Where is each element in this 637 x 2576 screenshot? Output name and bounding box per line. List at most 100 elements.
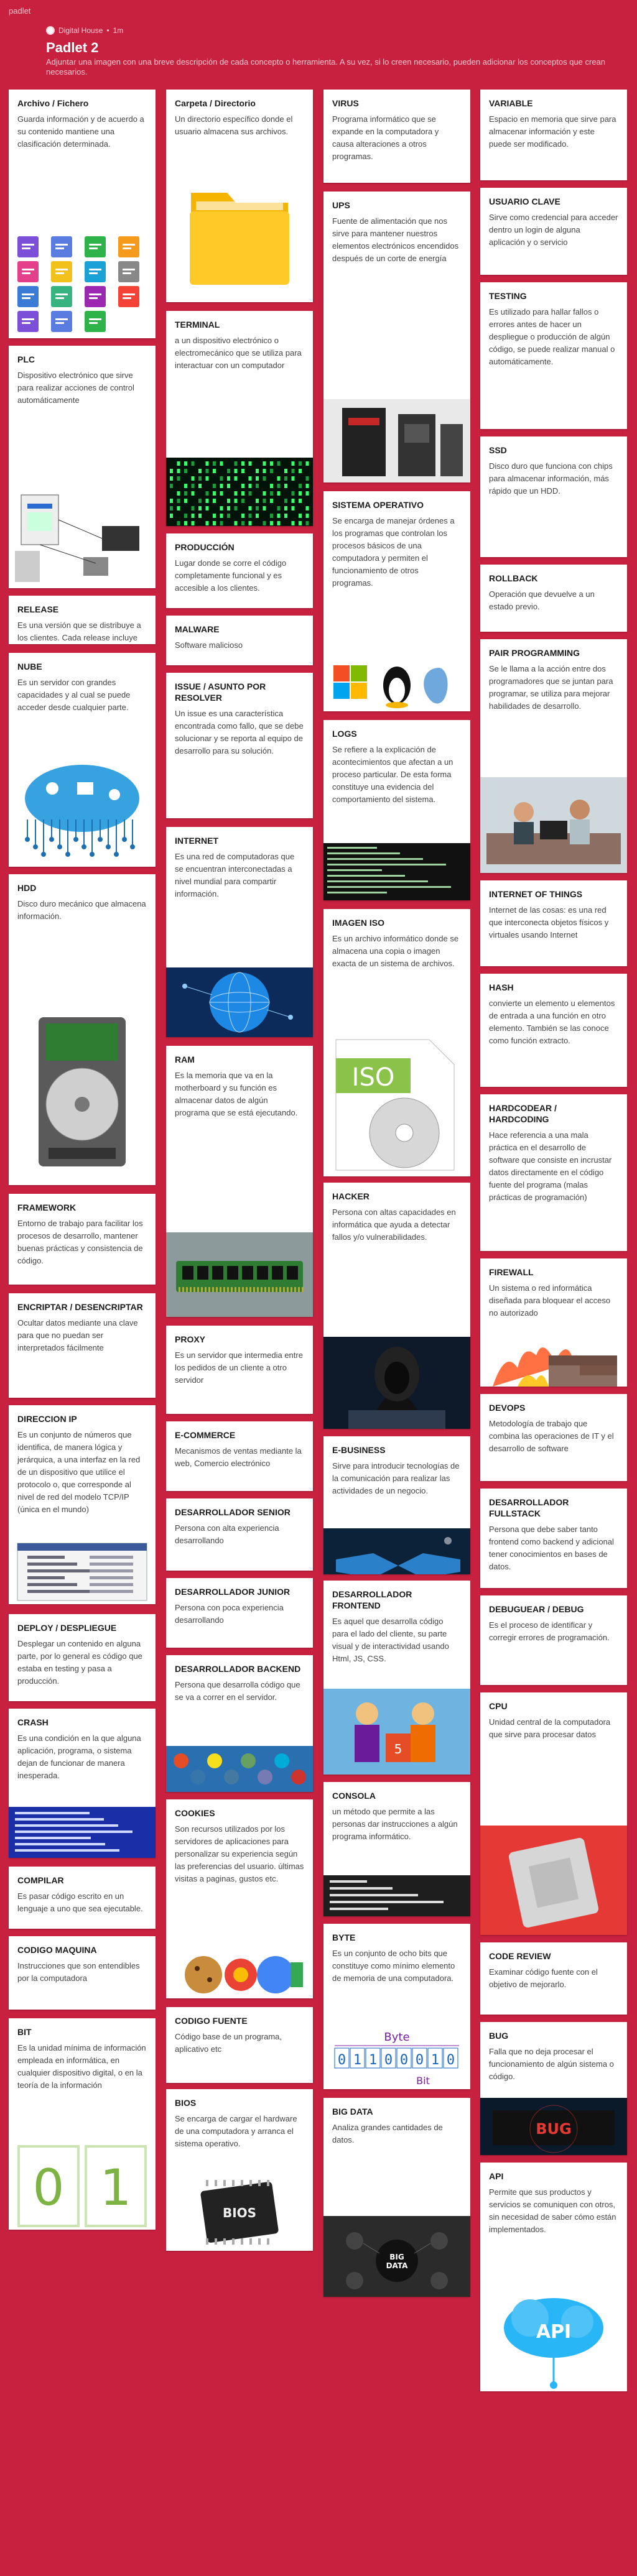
post-card-testing[interactable]: TESTING Es utilizado para hallar fallos o… [480, 282, 627, 429]
attachment-image-frontend[interactable]: 5 [323, 1689, 470, 1775]
post-card-archivo[interactable]: Archivo / Fichero Guarda información y de… [9, 90, 156, 338]
post-card-bios[interactable]: BIOS Se encarga de cargar el hardware de … [166, 2089, 313, 2251]
post-title: BIG DATA [332, 2107, 373, 2117]
post-card-variable[interactable]: VARIABLE Espacio en memoria que sirve par… [480, 90, 627, 180]
post-card-consola[interactable]: CONSOLA un método que permite a las perso… [323, 1782, 470, 1916]
post-card-bit[interactable]: BIT Es la unidad mínima de información em… [9, 2018, 156, 2230]
post-card-dbackend[interactable]: DESARROLLADOR BACKEND Persona que desarro… [166, 1655, 313, 1792]
attachment-image-matrix[interactable] [166, 458, 313, 526]
attachment-image-firewall[interactable] [480, 1337, 627, 1387]
post-title: CODIGO MAQUINA [17, 1945, 97, 1955]
post-card-ram[interactable]: RAM Es la memoria que va en la motherboar… [166, 1046, 313, 1317]
page-title: Padlet 2 [46, 40, 99, 55]
attachment-image-backend[interactable] [166, 1746, 313, 1792]
post-card-direccionip[interactable]: DIRECCION IP Es un conjunto de números qu… [9, 1405, 156, 1604]
post-card-so[interactable]: SISTEMA OPERATIVO Se encarga de manejar ó… [323, 491, 470, 711]
post-card-terminal[interactable]: TERMINAL a un dispositivo electrónico o e… [166, 311, 313, 526]
author-name[interactable]: Digital House [58, 26, 103, 35]
attachment-image-hdd[interactable] [9, 999, 156, 1185]
attachment-image-ram[interactable] [166, 1232, 313, 1317]
post-card-deploy[interactable]: DEPLOY / DESPLIEGUE Desplegar un contenid… [9, 1614, 156, 1701]
post-card-proxy[interactable]: PROXY Es un servidor que intermedia entre… [166, 1326, 313, 1414]
post-card-internet[interactable]: INTERNET Es una red de computadoras que s… [166, 827, 313, 1037]
attachment-image-cookie[interactable] [166, 1950, 313, 1998]
post-card-rollback[interactable]: ROLLBACK Operación que devuelve a un esta… [480, 565, 627, 632]
attachment-image-logs[interactable] [323, 843, 470, 900]
post-card-usuarioclave[interactable]: USUARIO CLAVE Sirve como credencial para … [480, 188, 627, 275]
attachment-image-hacker[interactable] [323, 1337, 470, 1429]
post-card-codereview[interactable]: CODE REVIEW Examinar código fuente con el… [480, 1942, 627, 2015]
attachment-image-handshake[interactable] [323, 1528, 470, 1574]
post-title: CODIGO FUENTE [175, 2016, 248, 2026]
post-card-hash[interactable]: HASH convierte un elemento u elementos de… [480, 974, 627, 1087]
post-body: Mecanismos de ventas mediante la web, Co… [175, 1446, 302, 1468]
post-card-ebusiness[interactable]: E-BUSINESS Sirve para introducir tecnolog… [323, 1436, 470, 1574]
post-card-bug[interactable]: BUG Falla que no deja procesar el funcion… [480, 2022, 627, 2155]
post-card-hacker[interactable]: HACKER Persona con altas capacidades en i… [323, 1183, 470, 1429]
post-card-logs[interactable]: LOGS Se refiere a la explicación de acont… [323, 720, 470, 900]
post-card-bigdata[interactable]: BIG DATA Analiza grandes cantidades de da… [323, 2098, 470, 2297]
attachment-image-pair[interactable] [480, 777, 627, 873]
post-card-iot[interactable]: INTERNET OF THINGS Internet de las cosas:… [480, 880, 627, 966]
post-card-hdd[interactable]: HDD Disco duro mecánico que almacena info… [9, 874, 156, 1185]
post-title: HACKER [332, 1191, 370, 1201]
post-body: Internet de las cosas: es una red que in… [489, 905, 609, 939]
post-card-nube[interactable]: NUBE Es un servidor con grandes capacidad… [9, 653, 156, 867]
attachment-image-cpu[interactable] [480, 1826, 627, 1935]
attachment-image-iso[interactable]: ISO [323, 1033, 470, 1176]
post-card-ecommerce[interactable]: E-COMMERCE Mecanismos de ventas mediante … [166, 1421, 313, 1491]
attachment-image-bigdata[interactable]: BIG DATA [323, 2216, 470, 2297]
post-card-pairprogramming[interactable]: PAIR PROGRAMMING Se le llama a la acción … [480, 639, 627, 873]
post-card-firewall[interactable]: FIREWALL Un sistema o red informática dis… [480, 1258, 627, 1387]
attachment-image-folder[interactable] [166, 168, 313, 302]
post-card-dsenior[interactable]: DESARROLLADOR SENIOR Persona con alta exp… [166, 1498, 313, 1571]
post-card-api[interactable]: API Permite que sus productos y servicios… [480, 2163, 627, 2391]
post-card-dfrontend[interactable]: DESARROLLADOR FRONTEND Es aquel que desar… [323, 1581, 470, 1775]
post-card-compilar[interactable]: COMPILAR Es pasar código escrito en un le… [9, 1867, 156, 1929]
post-card-codigofuente[interactable]: CODIGO FUENTE Código base de un programa,… [166, 2007, 313, 2083]
avatar[interactable] [46, 26, 55, 35]
post-card-hardcode[interactable]: HARDCODEAR / HARDCODING Hace referencia a… [480, 1094, 627, 1251]
attachment-image-files[interactable] [9, 233, 156, 338]
post-card-plc[interactable]: PLC Dispositivo electrónico que sirve par… [9, 346, 156, 588]
post-card-crash[interactable]: CRASH Es una condición en la que alguna a… [9, 1709, 156, 1858]
post-body: Metodología de trabajo que combina las o… [489, 1419, 614, 1453]
attachment-image-oslogos[interactable] [323, 653, 470, 711]
post-title: UPS [332, 200, 350, 210]
attachment-image-bug[interactable]: BUG [480, 2098, 627, 2155]
post-card-byte[interactable]: BYTE Es un conjunto de ocho bits que cons… [323, 1924, 470, 2089]
post-card-encriptar[interactable]: ENCRIPTAR / DESENCRIPTAR Ocultar datos me… [9, 1293, 156, 1398]
post-card-imageniso[interactable]: IMAGEN ISO Es un archivo informático dond… [323, 909, 470, 1176]
attachment-image-ups[interactable] [323, 399, 470, 482]
post-card-issue[interactable]: ISSUE / ASUNTO POR RESOLVER Un issue es u… [166, 673, 313, 818]
attachment-image-bits[interactable]: 01 [9, 2143, 156, 2230]
post-card-framework[interactable]: FRAMEWORK Entorno de trabajo para facilit… [9, 1194, 156, 1285]
post-card-cpu[interactable]: CPU Unidad central de la computadora que … [480, 1692, 627, 1935]
attachment-image-globe[interactable] [166, 967, 313, 1037]
post-card-codigomaquina[interactable]: CODIGO MAQUINA Instrucciones que son ente… [9, 1936, 156, 2010]
app-logo-text[interactable]: padlet [9, 6, 30, 16]
post-card-virus[interactable]: VIRUS Programa informático que se expande… [323, 90, 470, 183]
post-body: Es utilizado para hallar fallos o errore… [489, 307, 615, 366]
post-card-djunior[interactable]: DESARROLLADOR JUNIOR Persona con poca exp… [166, 1578, 313, 1648]
post-card-debugging[interactable]: DEBUGUEAR / DEBUG Es el proceso de identi… [480, 1595, 627, 1685]
post-card-ups[interactable]: UPS Fuente de alimentación que nos sirve … [323, 192, 470, 482]
post-card-release[interactable]: RELEASE Es una versión que se distribuye … [9, 596, 156, 644]
attachment-image-api[interactable]: API [480, 2278, 627, 2391]
attachment-image-cloud[interactable] [9, 745, 156, 867]
attachment-image-chip[interactable]: BIOS [166, 2174, 313, 2251]
attachment-image-bsod[interactable] [9, 1807, 156, 1858]
attachment-image-plc[interactable] [9, 482, 156, 588]
post-card-dfullstack[interactable]: DESARROLLADOR FULLSTACK Persona que debe … [480, 1489, 627, 1588]
attachment-image-byte[interactable]: Byte 0 1 1 0 0 0 1 0 Bit [323, 2024, 470, 2089]
attachment-image-ipconfig[interactable] [9, 1540, 156, 1604]
post-card-ssd[interactable]: SSD Disco duro que funciona con chips par… [480, 436, 627, 557]
post-card-carpeta[interactable]: Carpeta / Directorio Un directorio especí… [166, 90, 313, 302]
post-title: CPU [489, 1701, 508, 1711]
post-card-cookies[interactable]: COOKIES Son recursos utilizados por los s… [166, 1799, 313, 1998]
post-card-devops[interactable]: DEVOPS Metodología de trabajo que combina… [480, 1394, 627, 1481]
attachment-image-console[interactable] [323, 1875, 470, 1916]
post-card-produccion[interactable]: PRODUCCIÓN Lugar donde se corre el código… [166, 533, 313, 608]
post-body: Es un archivo informático donde se almac… [332, 934, 459, 968]
post-card-malware[interactable]: MALWARE Software malicioso [166, 616, 313, 665]
